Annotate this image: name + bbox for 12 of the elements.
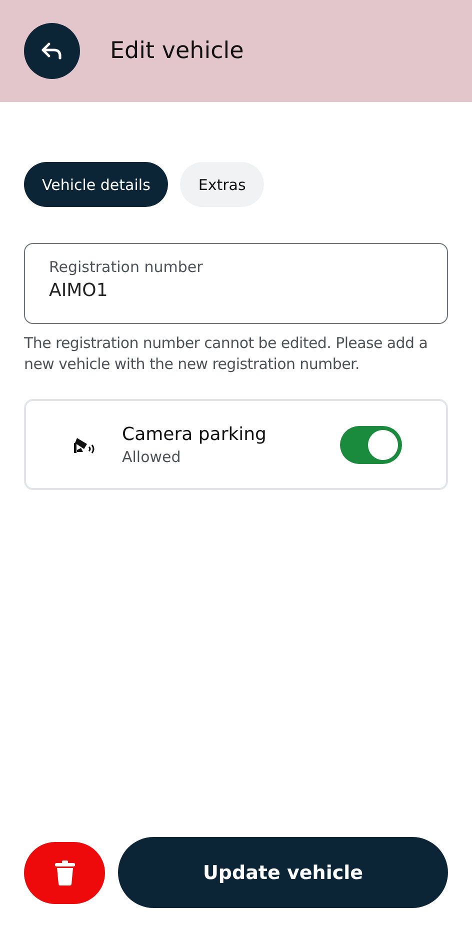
setting-status: Allowed [122,448,182,466]
toggle-switch[interactable] [340,426,402,464]
back-arrow-icon [41,42,63,60]
field-value: AIMO1 [49,280,109,301]
help-text: The registration number cannot be edited. Please add a new vehicle with the new registration number. [24,333,429,375]
update-vehicle-button[interactable]: Update vehicle [118,837,448,908]
setting-title: Camera parking [122,424,268,444]
tab[interactable]: Extras [180,162,264,207]
page-title: Edit vehicle [110,38,244,64]
trash-icon [54,860,76,886]
tab[interactable]: Vehicle details [24,162,168,207]
field-label: Registration number [49,258,204,276]
